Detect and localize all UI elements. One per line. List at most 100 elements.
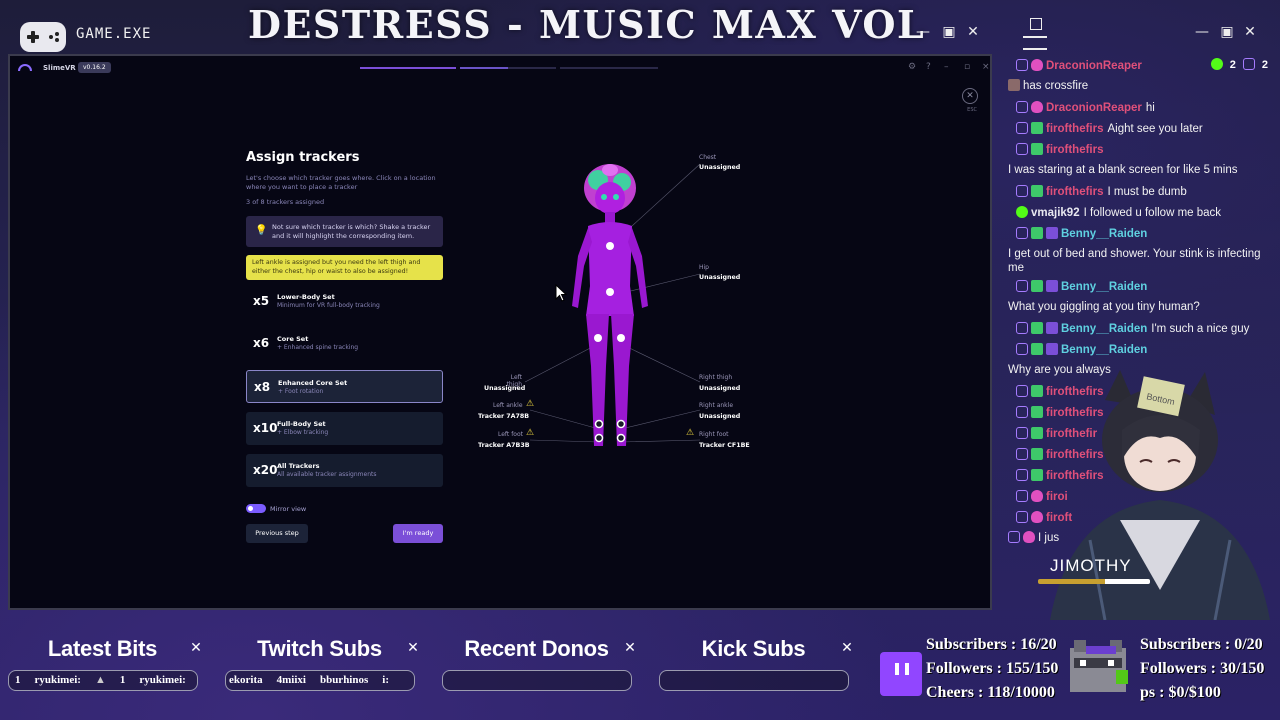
twitch-icon (1016, 143, 1028, 155)
ticker-item: i: (382, 674, 389, 686)
kick-subscriber-goal: Subscribers : 0/20 (1140, 636, 1263, 653)
tracker-value-left-foot[interactable]: Tracker A7B3B (478, 442, 530, 449)
chat-maximize-icon[interactable]: ▣ (1218, 24, 1236, 40)
hint-box: 💡 Not sure which tracker is which? Shake… (246, 216, 443, 247)
chat-text: Aight see you later (1107, 123, 1203, 135)
twitch-icon (1016, 343, 1028, 355)
set-subtitle: + Elbow tracking (277, 429, 329, 436)
tracker-label-chest: Chest (699, 154, 717, 161)
chat-text: has crossfire (1023, 80, 1089, 92)
esc-label: ESC (967, 107, 977, 113)
edit-badge-icon (1031, 122, 1043, 134)
chat-username[interactable]: Benny__Raiden (1061, 323, 1147, 335)
ticker-item: bburhinos (319, 674, 369, 686)
ticker: ekorita 4miixi bburhinos i: (229, 674, 403, 686)
set-subtitle: + Foot rotation (278, 388, 324, 395)
set-enhanced-core[interactable]: x8 Enhanced Core Set + Foot rotation (246, 370, 443, 403)
help-icon[interactable]: ? (926, 62, 931, 72)
kick-icon (1016, 206, 1028, 218)
set-title: All Trackers (277, 462, 320, 470)
edit-badge-icon (1031, 280, 1043, 292)
step-progress (360, 67, 658, 69)
chat-message: Benny__Raiden (1008, 277, 1274, 298)
heart-badge-icon (1031, 101, 1043, 113)
mirror-view-toggle[interactable] (246, 504, 266, 513)
chat-text: I'm such a nice guy (1151, 323, 1250, 335)
chat-username[interactable]: vmajik92 (1031, 207, 1080, 219)
chat-text: I followed u follow me back (1083, 207, 1222, 219)
avatar (1008, 79, 1020, 91)
warning-box: Left ankle is assigned but you need the … (246, 255, 443, 280)
set-count: x20 (253, 463, 278, 477)
slimevr-window: SlimeVR v0.16.2 ⚙ ? – ▫ × ✕ ESC Assign t… (8, 54, 992, 610)
ticker-item: ekorita (229, 674, 263, 686)
edit-badge-icon (1031, 227, 1043, 239)
maximize-icon[interactable]: ▫ (964, 62, 970, 72)
chat-username[interactable]: firofthefirs (1046, 186, 1104, 198)
close-icon[interactable]: × (982, 62, 990, 72)
maximize-icon: ▣ (942, 24, 956, 40)
tracker-value-hip[interactable]: Unassigned (699, 274, 740, 281)
chat-username[interactable]: DraconionReaper (1046, 102, 1142, 114)
set-title: Core Set (277, 335, 309, 343)
chat-message: Benny__Raiden (1008, 340, 1274, 361)
page-description: Let's choose which tracker goes where. C… (246, 174, 436, 191)
close-icon: ✕ (967, 24, 979, 40)
chat-close-icon[interactable]: ✕ (1241, 24, 1259, 40)
set-count: x6 (253, 336, 270, 350)
panel-title: Recent Donos (464, 636, 609, 661)
twitch-goals: Subscribers : 16/20 Followers : 155/150 … (926, 633, 1058, 705)
chat-message: firofthefirs I must be dumb (1008, 182, 1274, 203)
panel-latest-bits: Latest Bits ✕ 1 ryukimei: ▲ 1 ryukimei: (0, 636, 205, 694)
edit-badge-icon (1031, 322, 1043, 334)
chat-username[interactable]: DraconionReaper (1046, 60, 1142, 72)
chat-username[interactable]: firofthefirs (1046, 123, 1104, 135)
tracker-value-right-thigh[interactable]: Unassigned (699, 385, 740, 392)
follower-goal: Followers : 155/150 (926, 660, 1059, 677)
chat-message: What you giggling at you tiny human? (1008, 298, 1274, 319)
body-model (524, 163, 701, 446)
chat-username[interactable]: firofthefirs (1046, 144, 1104, 156)
close-icon: ✕ (841, 640, 853, 656)
minimize-icon[interactable]: – (944, 62, 949, 72)
chat-username[interactable]: Benny__Raiden (1061, 228, 1147, 240)
panel-ticker-track (442, 670, 632, 691)
set-all-trackers[interactable]: x20 All Trackers All available tracker a… (246, 454, 443, 487)
chat-minimize-icon[interactable]: — (1193, 24, 1211, 40)
ready-button[interactable]: I'm ready (393, 524, 443, 543)
previous-step-button[interactable]: Previous step (246, 524, 308, 543)
vtuber-name: JIMOTHY (1050, 556, 1132, 575)
set-full-body[interactable]: x10 Full-Body Set + Elbow tracking (246, 412, 443, 445)
settings-icon[interactable]: ⚙ (908, 62, 916, 72)
tracker-value-left-thigh[interactable]: Unassigned (484, 385, 525, 392)
chat-message: vmajik92 I followed u follow me back (1008, 203, 1274, 224)
tracker-value-right-ankle[interactable]: Unassigned (699, 413, 740, 420)
panel-kick-subs: Kick Subs ✕ (651, 636, 856, 694)
esc-close-button[interactable]: ✕ (962, 88, 978, 104)
set-core[interactable]: x6 Core Set + Enhanced spine tracking (246, 327, 443, 360)
ticker-item: 4miixi (276, 674, 306, 686)
tracker-value-chest[interactable]: Unassigned (699, 164, 740, 171)
set-count: x5 (253, 294, 270, 308)
menu-icon[interactable] (1023, 36, 1047, 50)
warning-text: Left ankle is assigned but you need the … (252, 259, 421, 275)
popout-icon[interactable] (1030, 18, 1042, 30)
page-title: Assign trackers (246, 150, 360, 165)
chat-username[interactable]: Benny__Raiden (1061, 281, 1147, 293)
tracker-label-right-thigh: Right thigh (699, 374, 733, 381)
subscriber-badge-icon (1046, 322, 1058, 334)
chat-username[interactable]: Benny__Raiden (1061, 344, 1147, 356)
panel-ticker-track: ekorita 4miixi bburhinos i: (225, 670, 415, 691)
warning-icon: ⚠ (686, 428, 695, 438)
chat-window-controls: — ▣ ✕ (1000, 0, 1280, 55)
subscriber-goal: Subscribers : 16/20 (926, 636, 1057, 653)
mirror-view-label: Mirror view (270, 505, 307, 513)
panel-recent-donos: Recent Donos ✕ (434, 636, 639, 694)
tracker-value-left-ankle[interactable]: Tracker 7A78B (478, 413, 529, 420)
twitch-logo-icon (880, 652, 922, 696)
ticker-item: 1 (119, 674, 126, 686)
chat-message: firofthefirs Aight see you later (1008, 119, 1274, 140)
set-lower-body[interactable]: x5 Lower-Body Set Minimum for VR full-bo… (246, 285, 443, 318)
edit-badge-icon (1031, 343, 1043, 355)
tracker-value-right-foot[interactable]: Tracker CF1BE (699, 442, 750, 449)
